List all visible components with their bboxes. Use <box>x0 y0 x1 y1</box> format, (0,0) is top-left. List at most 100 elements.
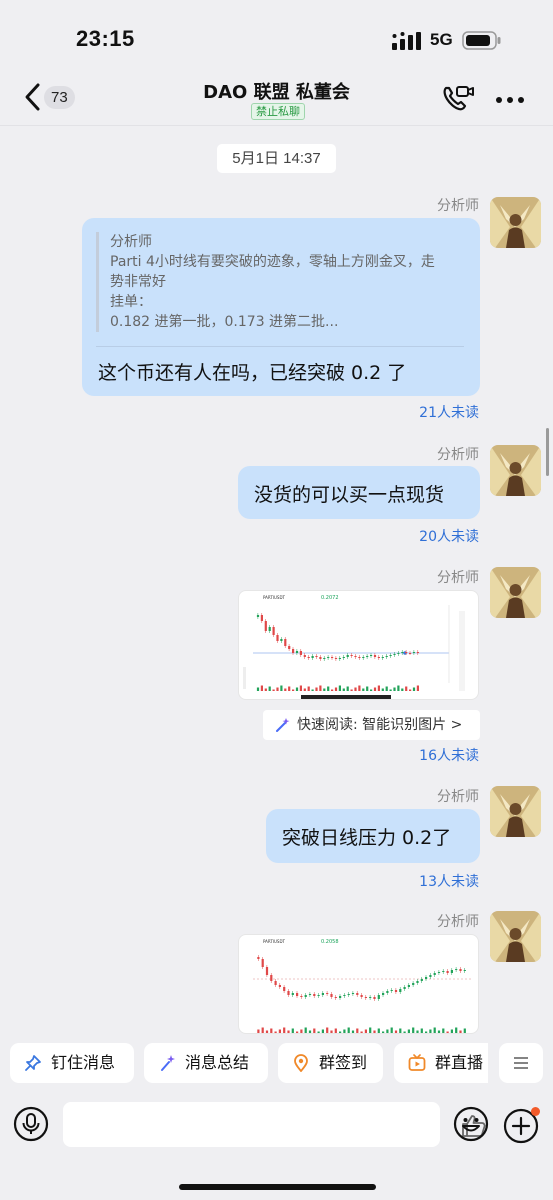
group-live-button[interactable]: 群直播 <box>394 1043 488 1083</box>
volume-bar <box>327 686 330 691</box>
candle <box>425 977 428 979</box>
candle <box>412 983 415 985</box>
candle <box>304 995 307 997</box>
candle <box>409 653 412 654</box>
unread-count[interactable]: 20人未读 <box>419 526 479 546</box>
sparkle-icon <box>161 1055 175 1071</box>
candle <box>394 990 398 992</box>
signal-icon <box>392 32 421 50</box>
chart-image-message[interactable]: PARTIUSDT 0.2058 <box>238 934 479 1034</box>
avatar[interactable] <box>490 197 541 248</box>
plus-icon[interactable] <box>503 1106 541 1144</box>
group-checkin-button[interactable]: 群签到 <box>278 1043 383 1083</box>
magic-wand-icon <box>276 718 290 732</box>
volume-bar <box>425 1031 428 1033</box>
volume-bar <box>283 1027 286 1033</box>
more-actions-button[interactable] <box>499 1043 543 1083</box>
candle <box>362 657 365 658</box>
pin-message-button[interactable]: 钉住消息 <box>10 1043 134 1083</box>
candle <box>315 656 318 657</box>
avatar[interactable] <box>490 567 541 618</box>
volume-bar <box>288 686 291 691</box>
candle <box>307 657 310 658</box>
message-bubble[interactable]: 突破日线压力 0.2了 <box>266 809 480 863</box>
volume-bar <box>382 1031 385 1033</box>
volume-bar <box>463 1028 466 1033</box>
candle <box>270 975 273 981</box>
volume-bar <box>317 1031 320 1033</box>
pin-icon <box>25 1055 41 1071</box>
volume-bar <box>331 689 334 691</box>
quick-read-label: 快速阅读: 智能识别图片 > <box>297 717 463 733</box>
volume-bar <box>351 1030 355 1033</box>
quoted-message[interactable]: 分析师 Parti 4小时线有要突破的迹象，零轴上方刚金叉，走 势非常好 挂单：… <box>96 232 464 332</box>
volume-bar <box>268 686 271 691</box>
candle <box>390 990 393 991</box>
volume-bar <box>342 688 345 691</box>
scrollbar[interactable] <box>546 428 549 476</box>
message-input[interactable] <box>63 1102 486 1147</box>
candle <box>313 994 316 996</box>
chip-label: 群签到 <box>319 1053 368 1072</box>
volume-bar <box>459 1030 462 1033</box>
chart-price: 0.2058 <box>321 939 339 945</box>
candle <box>300 996 303 997</box>
candle <box>256 615 260 617</box>
volume-bar <box>420 1028 423 1033</box>
candle <box>382 993 385 995</box>
volume-bar <box>300 1029 303 1033</box>
candle <box>264 621 267 631</box>
candle <box>377 657 380 658</box>
avatar[interactable] <box>490 786 541 837</box>
chart-thumbnail: PARTIUSDT 0.2072 <box>243 595 465 699</box>
volume-bar <box>356 1028 359 1033</box>
volume-bar <box>377 685 380 691</box>
message-text: 没货的可以买一点现货 <box>254 484 445 506</box>
more-icon[interactable] <box>495 96 525 104</box>
chip-label: 消息总结 <box>185 1053 250 1072</box>
candle <box>399 989 402 992</box>
candle <box>257 957 260 959</box>
candle <box>338 658 341 659</box>
volume-bar <box>393 687 396 691</box>
avatar[interactable] <box>490 445 541 496</box>
candle <box>433 973 436 975</box>
volume-bar <box>313 1028 316 1033</box>
candle <box>276 635 279 641</box>
candle <box>311 656 314 658</box>
volume-bar <box>323 688 326 691</box>
candle <box>268 627 271 631</box>
video-call-icon[interactable] <box>441 84 475 112</box>
candle <box>429 975 432 977</box>
quick-read-button[interactable]: 快速阅读: 智能识别图片 > <box>263 710 480 740</box>
volume-bar <box>296 1031 299 1033</box>
volume-bar <box>429 1029 432 1033</box>
candle <box>292 649 295 653</box>
voice-input-icon[interactable] <box>13 1106 49 1142</box>
candle <box>463 970 466 971</box>
message-bubble[interactable]: 没货的可以买一点现货 <box>238 466 480 519</box>
volume-bar <box>284 688 287 691</box>
unread-count[interactable]: 21人未读 <box>419 402 479 422</box>
candle <box>401 652 404 653</box>
volume-bars <box>257 1027 466 1033</box>
unread-count[interactable]: 13人未读 <box>419 871 479 891</box>
chart-image-message[interactable]: PARTIUSDT 0.2072 <box>238 590 479 700</box>
chart-thumbnail: PARTIUSDT 0.2058 <box>253 939 471 1033</box>
volume-bar <box>292 689 295 691</box>
candle <box>274 981 277 985</box>
quote-line: 挂单： <box>110 294 152 310</box>
candle <box>446 971 449 973</box>
candle <box>326 993 329 994</box>
volume-bar <box>412 687 416 691</box>
candle <box>284 639 287 646</box>
live-tv-icon <box>408 1054 426 1071</box>
message-input-bar <box>0 1100 553 1150</box>
message-summary-button[interactable]: 消息总结 <box>144 1043 268 1083</box>
emoji-icon[interactable] <box>453 1106 489 1142</box>
message-bubble[interactable]: 分析师 Parti 4小时线有要突破的迹象，零轴上方刚金叉，走 势非常好 挂单：… <box>82 218 480 396</box>
avatar[interactable] <box>490 911 541 962</box>
unread-count[interactable]: 16人未读 <box>419 745 479 765</box>
candle <box>339 996 342 998</box>
status-time: 23:15 <box>76 26 135 51</box>
